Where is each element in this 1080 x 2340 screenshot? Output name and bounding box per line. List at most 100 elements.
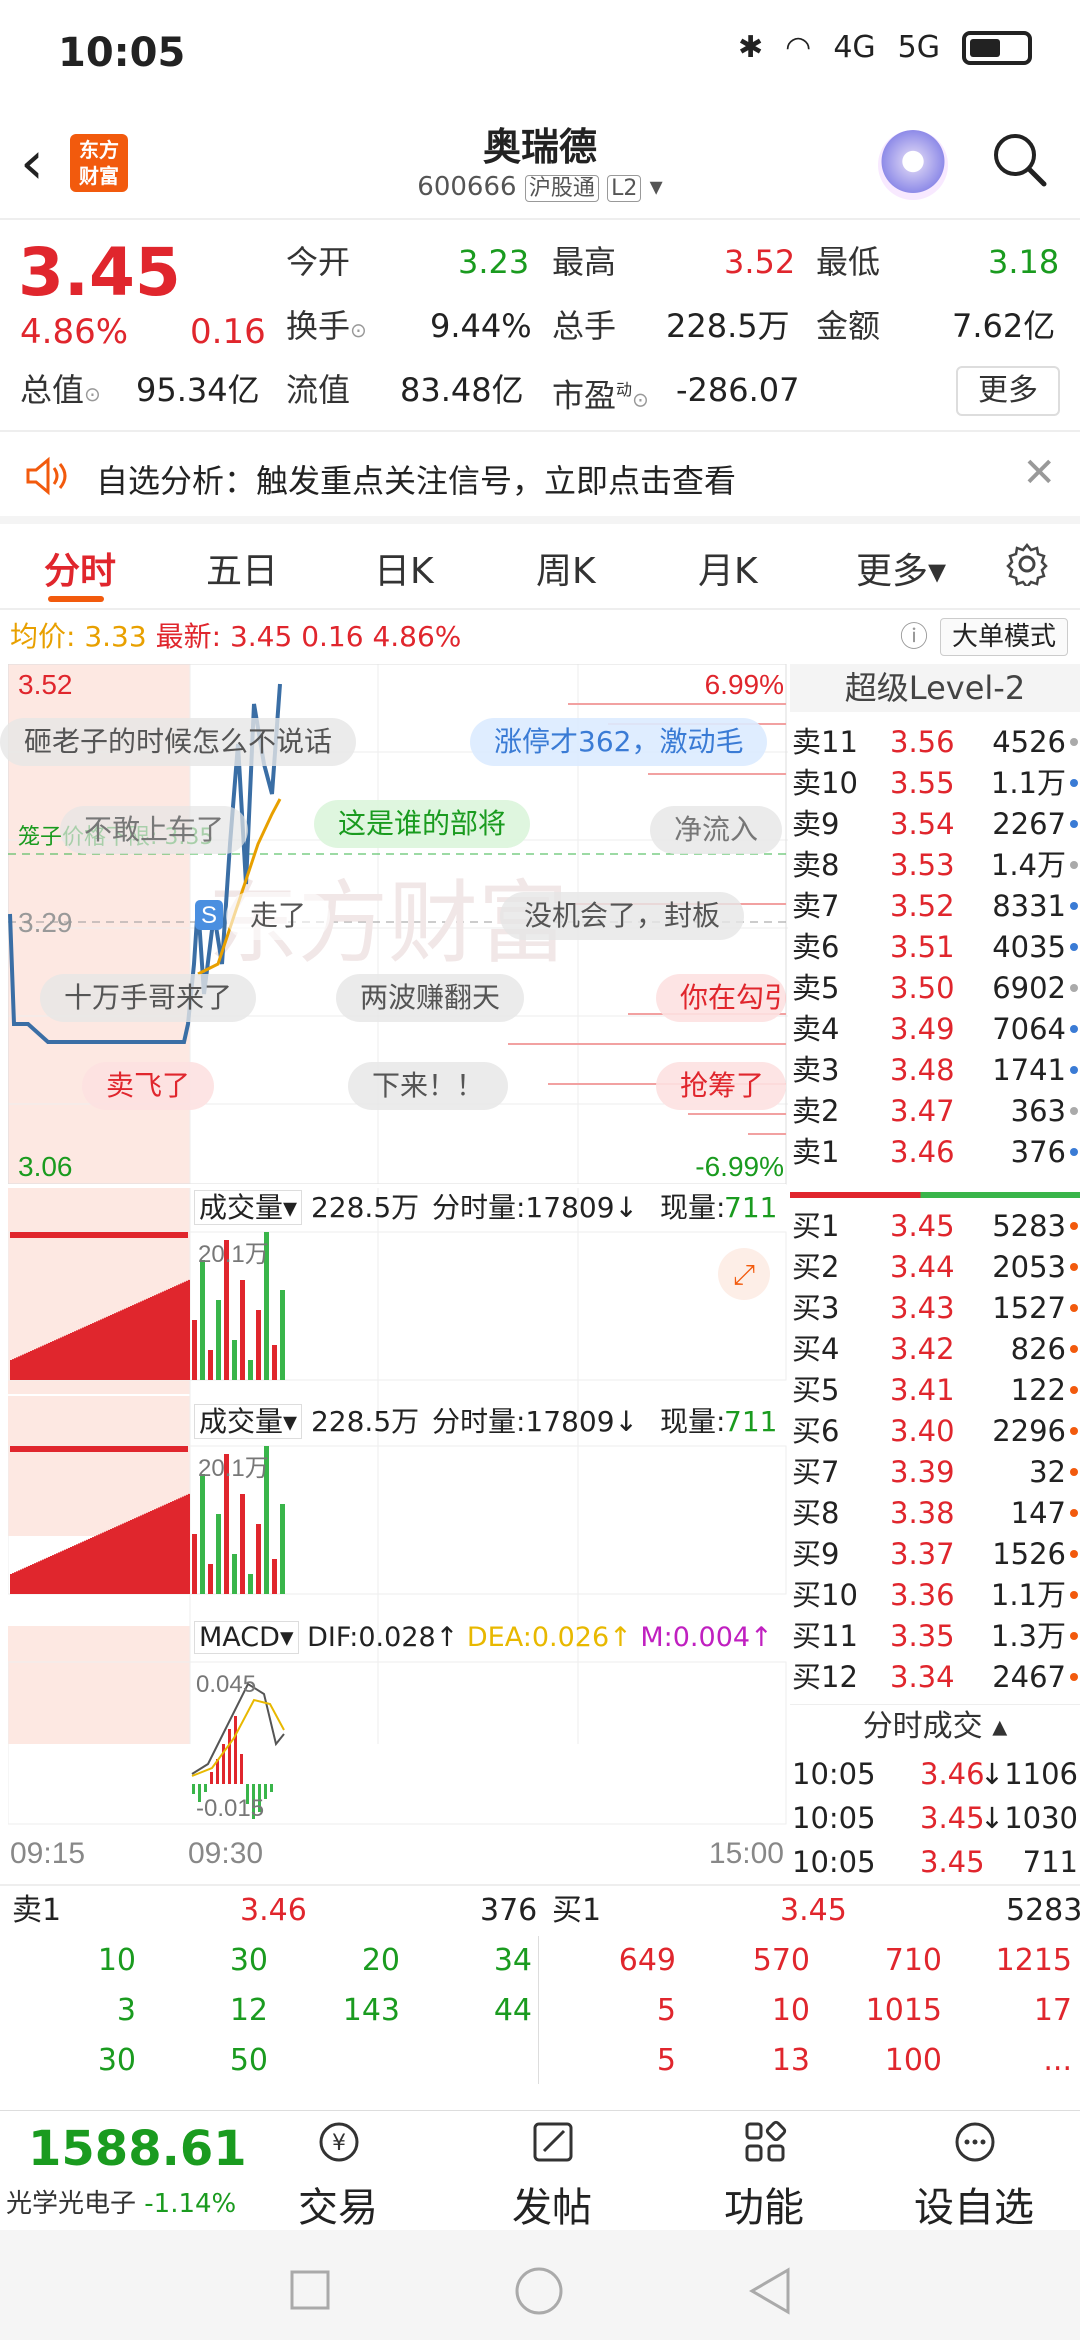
tab-weekly-k[interactable]: 周K (536, 542, 596, 594)
volume-bar (32, 1350, 34, 1380)
danmu-comment[interactable]: 净流入 (650, 806, 783, 854)
queue-cell-right: 10 (771, 1993, 810, 2028)
buy-level-row[interactable]: 买12 3.34 2467 (790, 1657, 1080, 1697)
sell-level-volume: 1741 (992, 1053, 1066, 1087)
buy-level-volume: 5283 (992, 1209, 1066, 1243)
tab-five-day[interactable]: 五日 (206, 542, 278, 594)
buy-level-row[interactable]: 买10 3.36 1.1万 (790, 1575, 1080, 1615)
sell-level-row[interactable]: 卖10 3.55 1.1万 (790, 763, 1080, 803)
search-icon[interactable] (990, 130, 1048, 188)
y-mid-label: 3.29 (18, 907, 73, 938)
sell-level-row[interactable]: 卖2 3.47 363 (790, 1091, 1080, 1131)
buy-level-row[interactable]: 买1 3.45 5283 (790, 1206, 1080, 1246)
volume-selector-2[interactable]: 成交量▾ (194, 1404, 303, 1439)
buy-level-row[interactable]: 买6 3.40 2296 (790, 1411, 1080, 1451)
danmu-comment[interactable]: 卖飞了 (82, 1062, 215, 1110)
sell-level-row[interactable]: 卖5 3.50 6902 (790, 968, 1080, 1008)
buy-level-row[interactable]: 买11 3.35 1.3万 (790, 1616, 1080, 1656)
sell-level-row[interactable]: 卖11 3.56 4526 (790, 722, 1080, 762)
danmu-comment[interactable]: 两波赚翻天 (336, 974, 525, 1022)
home-icon[interactable] (514, 2266, 564, 2316)
sell-level-row[interactable]: 卖8 3.53 1.4万 (790, 845, 1080, 885)
danmu-comment[interactable]: 不敢上车了 (60, 806, 249, 854)
sell-level-row[interactable]: 卖1 3.46 376 (790, 1132, 1080, 1172)
sell-level-volume: 376 (1010, 1135, 1066, 1169)
post-button[interactable]: 发帖 (482, 2111, 622, 2231)
queue-cell-right: 5 (656, 2043, 676, 2078)
danmu-comment[interactable]: 没机会了，封板 (500, 892, 745, 940)
market-cap-label[interactable]: 总值⊙ (20, 368, 101, 412)
danmu-comment[interactable]: 砸老子的时候怎么不说话 (0, 718, 357, 766)
sell-level-row[interactable]: 卖9 3.54 2267 (790, 804, 1080, 844)
buy-level-row[interactable]: 买4 3.42 826 (790, 1329, 1080, 1369)
pe-label[interactable]: 市盈动⊙ (552, 368, 649, 415)
turnover-label[interactable]: 换手⊙ (286, 304, 367, 348)
volume-bar (132, 1305, 134, 1380)
volume-bar (34, 1349, 36, 1380)
danmu-comment[interactable]: 十万手哥来了 (40, 974, 257, 1022)
volume-bar (208, 1350, 213, 1380)
tab-more[interactable]: 更多▾ (856, 542, 946, 594)
recent-apps-icon[interactable] (290, 2270, 330, 2310)
sell-level-row[interactable]: 卖6 3.51 4035 (790, 927, 1080, 967)
danmu-comment[interactable]: 抢筹了 (656, 1062, 786, 1110)
big-order-mode-button[interactable]: 大单模式 (940, 618, 1068, 656)
sell-level-row[interactable]: 卖4 3.49 7064 (790, 1009, 1080, 1049)
last-change: 0.16 (301, 620, 364, 653)
svg-text:¥: ¥ (332, 2131, 346, 2156)
buy-level-name: 买1 (792, 1209, 840, 1243)
buy-level-volume: 1526 (992, 1537, 1066, 1571)
notice-banner[interactable]: 自选分析：触发重点关注信号，立即点击查看 ✕ (0, 434, 1080, 524)
buy-level-row[interactable]: 买3 3.43 1527 (790, 1288, 1080, 1328)
tab-intraday[interactable]: 分时 (44, 542, 116, 594)
buy-level-row[interactable]: 买2 3.44 2053 (790, 1247, 1080, 1287)
time-start-label: 09:15 (10, 1837, 85, 1870)
high-value: 3.52 (724, 243, 796, 281)
close-icon[interactable]: ✕ (1022, 450, 1056, 496)
volume-bar (150, 1511, 152, 1594)
amount-label: 金额 (816, 307, 881, 345)
trade-button[interactable]: ¥ 交易 (268, 2111, 408, 2231)
volume-bar (76, 1330, 78, 1380)
volume-bar (114, 1527, 116, 1594)
danmu-comment[interactable]: 走了 (226, 892, 331, 940)
danmu-comment[interactable]: 涨停才362，激动毛 (470, 718, 768, 766)
tab-daily-k[interactable]: 日K (374, 542, 434, 594)
sell-level-row[interactable]: 卖3 3.48 1741 (790, 1050, 1080, 1090)
add-watchlist-button[interactable]: 设自选 (904, 2111, 1044, 2231)
sell-level-price: 3.46 (890, 1135, 955, 1169)
tick-trades-title[interactable]: 分时成交 ▴ (790, 1704, 1080, 1748)
buy-level-name: 买3 (792, 1291, 840, 1325)
volume-bar (34, 1563, 36, 1594)
tab-monthly-k[interactable]: 月K (698, 542, 758, 594)
index-name: 光学光电子 -1.14% (6, 2189, 237, 2219)
buy-level-row[interactable]: 买9 3.37 1526 (790, 1534, 1080, 1574)
back-nav-icon[interactable] (746, 2266, 792, 2316)
volume-bar (104, 1317, 106, 1380)
danmu-comment[interactable]: 这是谁的部将 (314, 800, 531, 848)
volume-selector[interactable]: 成交量▾ (194, 1190, 303, 1225)
buy-level-row[interactable]: 买5 3.41 122 (790, 1370, 1080, 1410)
volume-bar (96, 1321, 98, 1380)
buy-level-row[interactable]: 买8 3.38 147 (790, 1493, 1080, 1533)
help-icon[interactable]: ⓘ (900, 612, 928, 662)
function-button[interactable]: 功能 (694, 2111, 834, 2231)
bottom-toolbar: 1588.61 光学光电子 -1.14% ¥ 交易 发帖 功能 设自选 (0, 2110, 1080, 2231)
danmu-comment[interactable]: 你在勾引 (656, 974, 786, 1022)
level2-panel[interactable]: 超级Level-2 卖11 3.56 4526 卖10 3.55 1.1万 卖9 3.54 22… (790, 664, 1080, 1884)
robot-assistant-icon[interactable] (878, 130, 948, 200)
buy-level-price: 3.39 (890, 1455, 955, 1489)
volume-label: 总手 (552, 307, 617, 345)
more-button[interactable]: 更多 (956, 366, 1060, 416)
macd-selector[interactable]: MACD▾ (194, 1621, 299, 1654)
volume-bar (90, 1324, 92, 1380)
sell-level-row[interactable]: 卖7 3.52 8331 (790, 886, 1080, 926)
queue-cell-left: 143 (342, 1993, 400, 2028)
volume-bar (134, 1304, 136, 1380)
danmu-comment[interactable]: 下来！！ (348, 1062, 509, 1110)
order-dot-icon (1070, 943, 1078, 951)
buy-level-row[interactable]: 买7 3.39 32 (790, 1452, 1080, 1492)
order-dot-icon (1070, 779, 1078, 787)
gear-icon[interactable] (1005, 542, 1049, 586)
volume-bar (50, 1342, 52, 1380)
